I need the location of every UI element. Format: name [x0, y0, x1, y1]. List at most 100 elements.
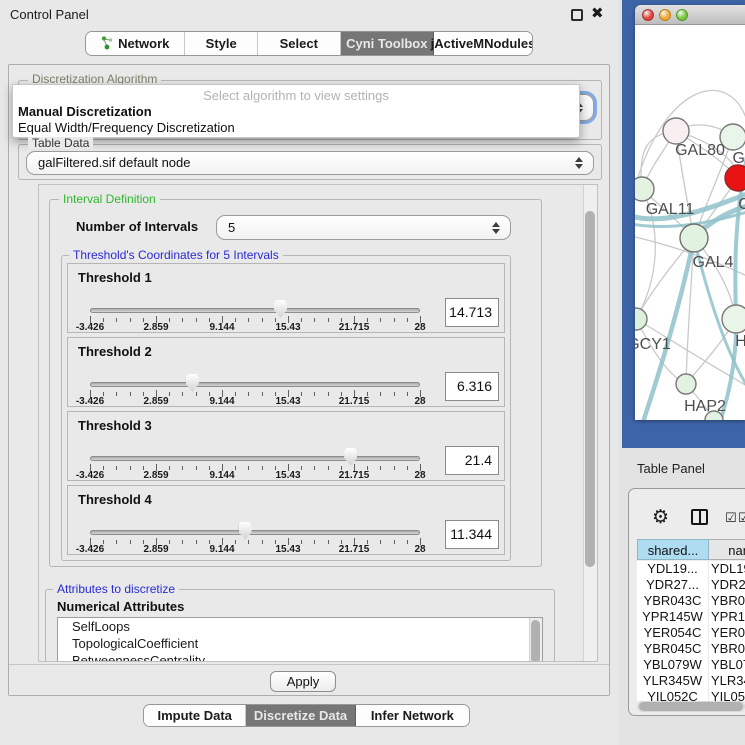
tab-discretize-data[interactable]: Discretize Data: [246, 705, 355, 726]
threshold-value-field[interactable]: 6.316: [445, 372, 499, 401]
network-canvas[interactable]: GAL80GACGAL11GAL4GCY1HHAP2: [635, 26, 745, 420]
threshold-label: Threshold 2: [78, 344, 152, 359]
table-cell[interactable]: YDL19: [709, 561, 745, 577]
tick-label: 21.715: [321, 396, 387, 407]
table-hscrollbar-thumb[interactable]: [639, 702, 743, 711]
gcy1-node[interactable]: [635, 308, 647, 330]
node-label: GAL4: [693, 254, 734, 272]
checkbox-icon[interactable]: ☑: [738, 510, 745, 526]
tick-label: -3.426: [57, 470, 123, 481]
threshold-block: Threshold 1-3.4262.8599.14415.4321.71528…: [67, 263, 505, 333]
table-cell[interactable]: YPR145W: [637, 609, 708, 625]
tick-label: 15.43: [255, 396, 321, 407]
settings-scroll-pane: Interval Definition Number of Intervals …: [38, 184, 598, 662]
zoom-light[interactable]: [676, 9, 688, 21]
attribute-list-item[interactable]: SelfLoops: [58, 618, 542, 635]
tab-label: Style: [206, 36, 237, 51]
table-cell[interactable]: YBR043C: [709, 593, 745, 609]
tab-label: Discretize Data: [254, 708, 347, 723]
table-cell[interactable]: YDR27: [709, 577, 745, 593]
gear-icon[interactable]: ⚙: [652, 506, 669, 529]
checkbox-icon[interactable]: ☑: [725, 510, 737, 526]
attributes-scrollbar-thumb[interactable]: [531, 620, 540, 662]
network-window-titlebar[interactable]: [635, 5, 745, 25]
network-window[interactable]: GAL80GACGAL11GAL4GCY1HHAP2: [635, 5, 745, 420]
threshold-slider-thumb[interactable]: [239, 522, 252, 540]
threshold-slider-thumb[interactable]: [186, 374, 199, 392]
table-cell[interactable]: YBR045C: [709, 641, 745, 657]
attribute-list-item[interactable]: TopologicalCoefficient: [58, 635, 542, 652]
tick-label: 9.144: [189, 470, 255, 481]
column-header-2[interactable]: name: [709, 539, 745, 560]
red-node[interactable]: [725, 165, 745, 191]
threshold-slider-track[interactable]: [90, 530, 420, 535]
right-node[interactable]: [722, 305, 745, 333]
threshold-value-field[interactable]: 14.713: [445, 298, 499, 327]
algorithm-option[interactable]: Equal Width/Frequency Discretization: [16, 120, 576, 135]
close-icon[interactable]: ✖: [591, 4, 604, 22]
node-label: HAP2: [684, 398, 726, 416]
table-cell[interactable]: YPR145W: [709, 609, 745, 625]
threshold-slider-track[interactable]: [90, 382, 420, 387]
table-panel: ⚙ ☑ ☑ shared...nameYDL19...YDR27...YBR04…: [628, 488, 745, 716]
apply-button[interactable]: Apply: [270, 671, 336, 692]
table-cell[interactable]: YBL079W: [709, 657, 745, 673]
attribute-list-item[interactable]: BetweennessCentrality: [58, 652, 542, 662]
threshold-label: Threshold 4: [78, 492, 152, 507]
tab-infer-network[interactable]: Infer Network: [356, 705, 469, 726]
tab-select[interactable]: Select: [258, 32, 341, 55]
threshold-slider-track[interactable]: [90, 308, 420, 313]
numerical-attributes-list[interactable]: SelfLoopsTopologicalCoefficientBetweenne…: [57, 617, 543, 662]
table-cell[interactable]: YER054C: [709, 625, 745, 641]
tab-label: jActiveMNodules: [431, 36, 533, 51]
table-cell[interactable]: YIL052C: [709, 689, 745, 701]
network-graph: [635, 26, 745, 420]
close-light[interactable]: [642, 9, 654, 21]
column-header-1[interactable]: shared...: [637, 539, 709, 560]
table-cell[interactable]: YER054C: [637, 625, 708, 641]
right-panel: GAL80GACGAL11GAL4GCY1HHAP2 Table Panel ⚙…: [618, 0, 745, 745]
threshold-slider-track[interactable]: [90, 456, 420, 461]
tick-label: 28: [387, 322, 453, 333]
num-intervals-label: Number of Intervals: [76, 219, 198, 234]
gal80-node[interactable]: [663, 118, 689, 144]
gal11-node[interactable]: [635, 177, 654, 201]
table-cell[interactable]: YDR27...: [637, 577, 708, 593]
tab-jactivemnodules[interactable]: jActiveMNodules: [434, 32, 532, 55]
network-icon: [101, 35, 118, 53]
tick-label: 2.859: [123, 544, 189, 555]
tick-label: -3.426: [57, 544, 123, 555]
tab-cyni-toolbox[interactable]: Cyni Toolbox: [341, 32, 434, 55]
tick-label: 28: [387, 470, 453, 481]
threshold-value-field[interactable]: 21.4: [445, 446, 499, 475]
tab-style[interactable]: Style: [185, 32, 258, 55]
table-cell[interactable]: YDL19...: [637, 561, 708, 577]
threshold-block: Threshold 2-3.4262.8599.14415.4321.71528…: [67, 337, 505, 407]
table-cell[interactable]: YBL079W: [637, 657, 708, 673]
tab-network[interactable]: Network: [86, 32, 185, 55]
minimize-light[interactable]: [659, 9, 671, 21]
table-cell[interactable]: YLR345W: [637, 673, 708, 689]
float-window-icon[interactable]: [571, 9, 583, 21]
gal4-node[interactable]: [680, 224, 708, 252]
columns-icon[interactable]: [691, 509, 708, 525]
combo-arrows-icon: [575, 157, 583, 169]
table-cell[interactable]: YBR043C: [637, 593, 708, 609]
table-column: YDL19...YDR27...YBR043CYPR145WYER054CYBR…: [637, 561, 708, 701]
table-cell[interactable]: YBR045C: [637, 641, 708, 657]
table-cell[interactable]: YIL052C: [637, 689, 708, 701]
threshold-slider-thumb[interactable]: [344, 448, 357, 466]
table-data-combo[interactable]: galFiltered.sif default node: [26, 151, 594, 175]
tick-label: 21.715: [321, 470, 387, 481]
table-cell[interactable]: YLR345W: [709, 673, 745, 689]
tick-label: 2.859: [123, 470, 189, 481]
bottom-tab-bar: Impute Data Discretize Data Infer Network: [143, 704, 470, 727]
hap2-node[interactable]: [676, 374, 696, 394]
threshold-value-field[interactable]: 11.344: [445, 520, 499, 549]
tab-impute-data[interactable]: Impute Data: [144, 705, 246, 726]
algorithm-option[interactable]: Manual Discretization: [16, 104, 576, 119]
settings-scrollbar-thumb[interactable]: [585, 211, 595, 567]
threshold-slider-thumb[interactable]: [274, 300, 287, 318]
panel-title: Control Panel: [10, 7, 89, 22]
num-intervals-combo[interactable]: 5: [216, 215, 511, 240]
